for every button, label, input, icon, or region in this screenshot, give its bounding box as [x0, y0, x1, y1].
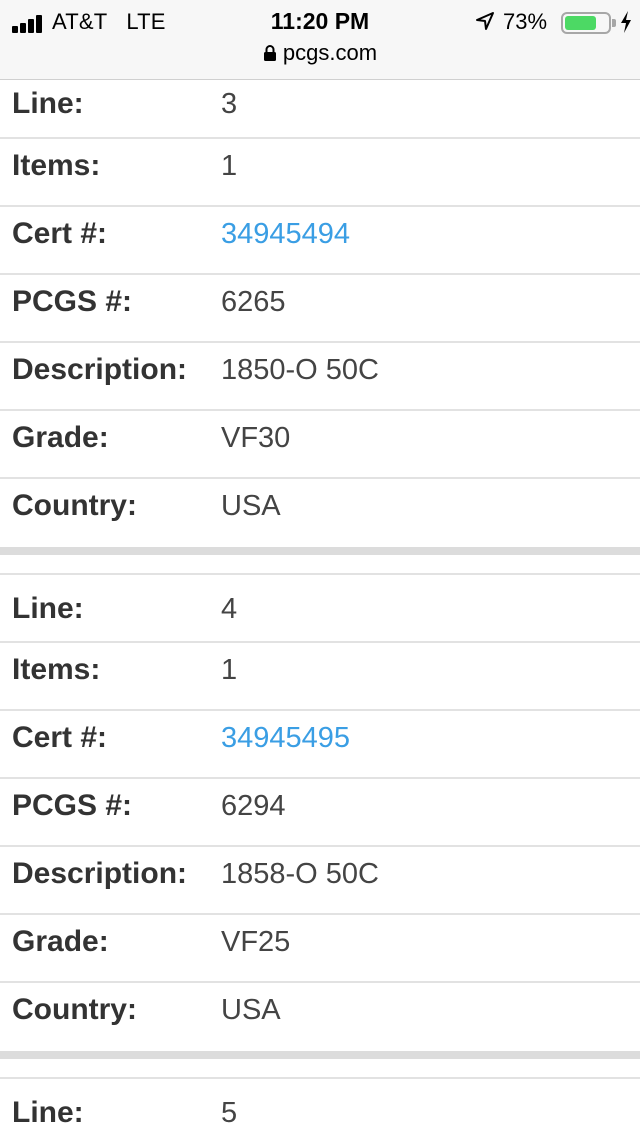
field-label: Country: — [12, 489, 137, 522]
charging-bolt-icon — [621, 11, 631, 33]
record-row: Cert #: 34945494 — [0, 207, 640, 275]
record-row: PCGS #: 6294 — [0, 779, 640, 847]
battery-percent: 73% — [503, 9, 548, 34]
record-row: Items: 1 — [0, 643, 640, 711]
record-row: Line: 3 — [0, 80, 640, 139]
record-row: Line: 4 — [0, 575, 640, 643]
field-label: Country: — [12, 993, 137, 1026]
record-row: PCGS #: 6265 — [0, 275, 640, 343]
field-label: Line: — [12, 87, 84, 120]
record-row: Cert #: 34945495 — [0, 711, 640, 779]
record-row: Grade: VF25 — [0, 915, 640, 983]
battery-tip — [612, 19, 616, 27]
field-label: Description: — [12, 857, 188, 890]
field-value: 1 — [221, 654, 238, 686]
record-separator — [0, 547, 640, 575]
field-value: 6265 — [221, 286, 286, 318]
record-row: Country: USA — [0, 479, 640, 547]
field-label: Items: — [12, 149, 101, 182]
field-value: 1 — [221, 150, 238, 182]
field-label: Cert #: — [12, 217, 108, 250]
field-value: USA — [221, 490, 281, 522]
record-row: Description: 1850-O 50C — [0, 343, 640, 411]
url-text: pcgs.com — [282, 40, 378, 65]
field-label: Cert #: — [12, 721, 108, 754]
record-row: Grade: VF30 — [0, 411, 640, 479]
field-value: 1858-O 50C — [221, 858, 379, 890]
record-row: Items: 1 — [0, 139, 640, 207]
cert-number-link[interactable]: 34945495 — [221, 711, 350, 765]
record-row: Country: USA — [0, 983, 640, 1051]
field-label: Line: — [12, 592, 84, 625]
lock-icon — [263, 45, 276, 61]
certification-list: Line: 3 Items: 1 Cert #: 34945494 PCGS #… — [0, 80, 640, 1136]
field-value: 6294 — [221, 790, 286, 822]
field-label: Description: — [12, 353, 188, 386]
field-label: Grade: — [12, 925, 109, 958]
field-label: Line: — [12, 1096, 84, 1129]
field-value: 4 — [221, 593, 238, 625]
field-value: 1850-O 50C — [221, 354, 379, 386]
field-label: Grade: — [12, 421, 109, 454]
record-row: Description: 1858-O 50C — [0, 847, 640, 915]
record-row: Line: 5 — [0, 1079, 640, 1136]
field-label: PCGS #: — [12, 285, 133, 318]
field-value: VF30 — [221, 422, 291, 454]
field-value: 3 — [221, 88, 238, 120]
field-value: USA — [221, 994, 281, 1026]
address-bar[interactable]: pcgs.com — [0, 40, 640, 70]
cert-number-link[interactable]: 34945494 — [221, 207, 350, 261]
location-arrow-icon — [476, 12, 494, 30]
field-label: PCGS #: — [12, 789, 133, 822]
battery-icon — [561, 12, 611, 34]
field-value: 5 — [221, 1097, 238, 1129]
record-separator — [0, 1051, 640, 1079]
battery-fill — [565, 16, 596, 30]
field-value: VF25 — [221, 926, 291, 958]
field-label: Items: — [12, 653, 101, 686]
status-bar: AT&T LTE 11:20 PM 73% pcgs.com — [0, 0, 640, 80]
